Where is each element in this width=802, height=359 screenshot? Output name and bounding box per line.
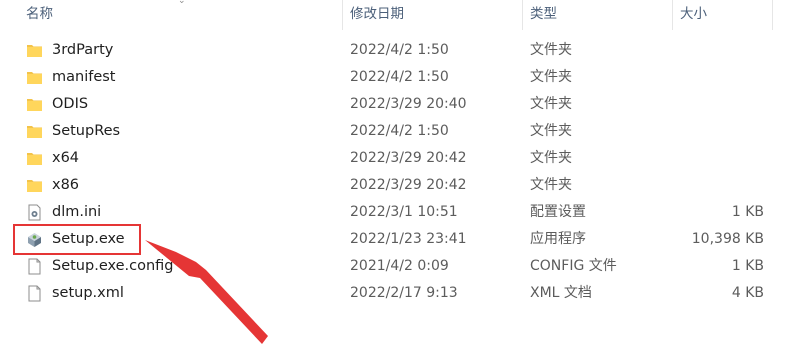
file-size: 1 KB <box>731 204 764 220</box>
file-name: SetupRes <box>52 123 121 139</box>
file-type: 文件夹 <box>530 96 572 112</box>
file-type: 文件夹 <box>530 150 572 166</box>
file-type: 文件夹 <box>530 177 572 193</box>
file-type: 文件夹 <box>530 42 572 58</box>
file-name: Setup.exe.config <box>52 258 174 274</box>
file-row[interactable]: manifest 2022/4/2 1:50 文件夹 <box>0 64 802 91</box>
file-type: 文件夹 <box>530 69 572 85</box>
file-name: setup.xml <box>52 285 124 301</box>
file-row[interactable]: SetupRes 2022/4/2 1:50 文件夹 <box>0 118 802 145</box>
column-header-bar: 名称 ⌄ 修改日期 类型 大小 <box>0 0 802 30</box>
file-type: 文件夹 <box>530 123 572 139</box>
file-type: CONFIG 文件 <box>530 258 617 274</box>
column-header-size[interactable]: 大小 <box>680 0 707 28</box>
file-modified-date: 2022/4/2 1:50 <box>350 69 449 85</box>
file-name: dlm.ini <box>52 204 102 220</box>
column-divider[interactable] <box>342 0 343 30</box>
folder-icon <box>26 150 43 167</box>
file-row[interactable]: x64 2022/3/29 20:42 文件夹 <box>0 145 802 172</box>
file-name: 3rdParty <box>52 42 114 58</box>
file-row[interactable]: 3rdParty 2022/4/2 1:50 文件夹 <box>0 37 802 64</box>
file-icon <box>26 258 43 275</box>
file-modified-date: 2022/2/17 9:13 <box>350 285 458 301</box>
folder-icon <box>26 123 43 140</box>
file-size: 4 KB <box>731 285 764 301</box>
file-row[interactable]: setup.xml 2022/2/17 9:13 XML 文档 4 KB <box>0 280 802 307</box>
ini-file-icon <box>26 204 43 221</box>
file-type: XML 文档 <box>530 285 592 301</box>
file-name: x86 <box>52 177 80 193</box>
column-header-name[interactable]: 名称 <box>26 0 53 28</box>
file-size: 1 KB <box>731 258 764 274</box>
file-size: 10,398 KB <box>691 231 764 247</box>
column-divider[interactable] <box>522 0 523 30</box>
column-header-modified[interactable]: 修改日期 <box>350 0 404 28</box>
file-modified-date: 2022/3/1 10:51 <box>350 204 458 220</box>
file-modified-date: 2021/4/2 0:09 <box>350 258 449 274</box>
file-modified-date: 2022/3/29 20:42 <box>350 150 467 166</box>
file-icon <box>26 285 43 302</box>
folder-icon <box>26 177 43 194</box>
file-modified-date: 2022/4/2 1:50 <box>350 42 449 58</box>
file-row[interactable]: Setup.exe.config 2021/4/2 0:09 CONFIG 文件 1 … <box>0 253 802 280</box>
column-header-type[interactable]: 类型 <box>530 0 557 28</box>
folder-icon <box>26 96 43 113</box>
column-divider[interactable] <box>672 0 673 30</box>
file-name: manifest <box>52 69 116 85</box>
file-name: ODIS <box>52 96 89 112</box>
highlight-box <box>13 224 141 255</box>
file-row[interactable]: x86 2022/3/29 20:42 文件夹 <box>0 172 802 199</box>
column-divider[interactable] <box>772 0 773 30</box>
file-type: 配置设置 <box>530 204 586 220</box>
folder-icon <box>26 69 43 86</box>
file-type: 应用程序 <box>530 231 586 247</box>
sort-caret-icon: ⌄ <box>178 0 186 6</box>
file-modified-date: 2022/3/29 20:40 <box>350 96 467 112</box>
folder-icon <box>26 42 43 59</box>
file-modified-date: 2022/4/2 1:50 <box>350 123 449 139</box>
file-name: x64 <box>52 150 80 166</box>
file-row[interactable]: ODIS 2022/3/29 20:40 文件夹 <box>0 91 802 118</box>
file-row[interactable]: dlm.ini 2022/3/1 10:51 配置设置 1 KB <box>0 199 802 226</box>
file-modified-date: 2022/3/29 20:42 <box>350 177 467 193</box>
file-modified-date: 2022/1/23 23:41 <box>350 231 467 247</box>
